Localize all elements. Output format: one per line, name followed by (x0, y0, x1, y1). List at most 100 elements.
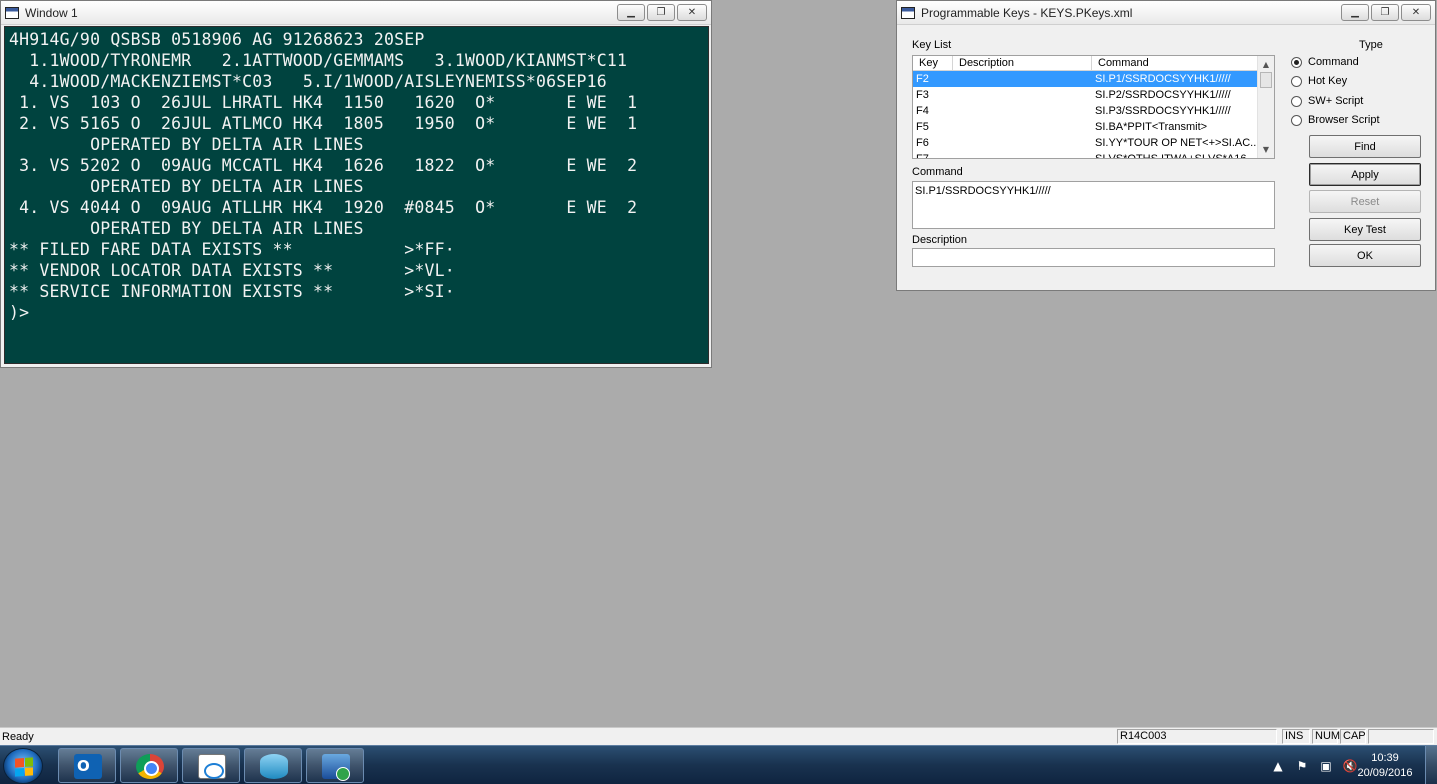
show-hidden-icons-icon[interactable]: ▲ (1270, 758, 1286, 774)
document-icon (198, 754, 226, 779)
ins-indicator: INS (1282, 729, 1310, 744)
taskbar-app[interactable] (244, 748, 302, 783)
app-icon (260, 754, 288, 779)
minimize-icon: ▁ (1351, 7, 1359, 18)
close-button[interactable]: ✕ (677, 4, 707, 21)
arrow-up-icon: ▲ (1262, 59, 1270, 69)
command-label: Command (912, 166, 963, 178)
taskbar-remote-pc[interactable] (306, 748, 364, 783)
scroll-up-button[interactable]: ▲ (1258, 56, 1274, 72)
maximize-button[interactable]: ❐ (1371, 4, 1399, 21)
terminal-line: 1.1WOOD/TYRONEMR 2.1ATTWOOD/GEMMAMS 3.1W… (9, 51, 628, 70)
apply-button[interactable]: Apply (1309, 163, 1421, 186)
taskbar-outlook[interactable] (58, 748, 116, 783)
pkeys-titlebar[interactable]: Programmable Keys - KEYS.PKeys.xml ▁ ❐ ✕ (897, 1, 1435, 25)
start-button[interactable] (3, 748, 43, 784)
description-input[interactable] (912, 248, 1275, 267)
command-textarea[interactable]: SI.P1/SSRDOCSYYHK1///// (912, 181, 1275, 229)
network-icon[interactable]: ▣ (1318, 758, 1334, 774)
row-key: F4 (916, 105, 929, 117)
row-command: SI.VS*OTHS ITWA+SI.VS*A16... (1095, 153, 1256, 159)
close-button[interactable]: ✕ (1401, 4, 1431, 21)
key-list-scrollbar[interactable]: ▲ ▼ (1257, 56, 1274, 158)
row-key: F3 (916, 89, 929, 101)
terminal-line: 1. VS 103 O 26JUL LHRATL HK4 1150 1620 O… (9, 93, 638, 112)
status-bar: Ready R14C003 INS NUM CAP (0, 727, 1437, 745)
clock-time: 10:39 (1371, 752, 1399, 764)
radio-label: SW+ Script (1308, 95, 1364, 107)
maximize-button[interactable]: ❐ (647, 4, 675, 21)
radio-icon (1291, 95, 1302, 107)
key-list[interactable]: Key Description Command F2 SI.P1/SSRDOCS… (912, 55, 1275, 159)
type-radio-sw-script[interactable]: SW+ Script (1291, 95, 1363, 107)
key-list-row[interactable]: F2 SI.P1/SSRDOCSYYHK1///// (913, 71, 1274, 87)
radio-label: Hot Key (1308, 75, 1348, 87)
num-indicator: NUM (1312, 729, 1340, 744)
windows-logo-icon (15, 757, 33, 777)
restore-icon: ❐ (1380, 7, 1390, 18)
close-icon: ✕ (1411, 7, 1421, 18)
programmable-keys-window: Programmable Keys - KEYS.PKeys.xml ▁ ❐ ✕… (896, 0, 1436, 291)
terminal-prompt[interactable]: )> (9, 302, 708, 323)
restore-icon: ❐ (656, 7, 666, 18)
reset-button[interactable]: Reset (1309, 190, 1421, 213)
terminal-line: OPERATED BY DELTA AIR LINES (9, 219, 364, 238)
terminal-line: 4. VS 4044 O 09AUG ATLLHR HK4 1920 #0845… (9, 198, 638, 217)
row-command: SI.BA*PPIT<Transmit> (1095, 121, 1208, 133)
outlook-icon (74, 754, 102, 779)
radio-icon (1291, 75, 1302, 87)
scroll-thumb[interactable] (1260, 72, 1272, 88)
row-description (953, 135, 1092, 151)
taskbar-document[interactable] (182, 748, 240, 783)
terminal-line: OPERATED BY DELTA AIR LINES (9, 135, 364, 154)
ok-button[interactable]: OK (1309, 244, 1421, 267)
key-list-header: Key Description Command (913, 56, 1274, 71)
key-list-row[interactable]: F6 SI.YY*TOUR OP NET<+>SI.AC... (913, 135, 1274, 151)
terminal-line: 2. VS 5165 O 26JUL ATLMCO HK4 1805 1950 … (9, 114, 638, 133)
key-test-button[interactable]: Key Test (1309, 218, 1421, 241)
radio-selected-icon (1291, 56, 1302, 68)
minimize-button[interactable]: ▁ (617, 4, 645, 21)
status-text: Ready (2, 731, 34, 743)
row-command: SI.P1/SSRDOCSYYHK1///// (1095, 73, 1231, 85)
column-header-key[interactable]: Key (913, 56, 953, 70)
taskbar-chrome[interactable] (120, 748, 178, 783)
taskbar: ▲ ⚑ ▣ 🔇 10:39 20/09/2016 (0, 745, 1437, 784)
remote-pc-icon (322, 754, 350, 781)
show-desktop-button[interactable] (1425, 746, 1437, 784)
type-radio-hot-key[interactable]: Hot Key (1291, 75, 1347, 87)
terminal-line: ** SERVICE INFORMATION EXISTS ** >*SI· (9, 282, 455, 301)
terminal-line: 4.1WOOD/MACKENZIEMST*C03 5.I/1WOOD/AISLE… (9, 72, 607, 91)
key-list-row[interactable]: F3 SI.P2/SSRDOCSYYHK1///// (913, 87, 1274, 103)
type-radio-browser-script[interactable]: Browser Script (1291, 114, 1380, 126)
terminal-titlebar[interactable]: Window 1 ▁ ❐ ✕ (1, 1, 711, 25)
minimize-icon: ▁ (627, 7, 635, 18)
row-description (953, 71, 1092, 87)
terminal-screen[interactable]: 4H914G/90 QSBSB 0518906 AG 91268623 20SE… (4, 26, 709, 364)
key-list-label: Key List (912, 39, 952, 51)
action-center-icon[interactable]: ⚑ (1294, 758, 1310, 774)
row-key: F7 (916, 153, 929, 159)
column-header-command[interactable]: Command (1092, 56, 1258, 70)
chrome-icon (136, 754, 164, 779)
key-list-row[interactable]: F4 SI.P3/SSRDOCSYYHK1///// (913, 103, 1274, 119)
column-header-description[interactable]: Description (953, 56, 1092, 70)
scroll-down-button[interactable]: ▼ (1258, 141, 1274, 157)
row-description (953, 119, 1092, 135)
clock[interactable]: 10:39 20/09/2016 (1350, 751, 1420, 781)
minimize-button[interactable]: ▁ (1341, 4, 1369, 21)
type-radio-command[interactable]: Command (1291, 56, 1359, 68)
find-button[interactable]: Find (1309, 135, 1421, 158)
radio-icon (1291, 114, 1302, 126)
terminal-line: ** FILED FARE DATA EXISTS ** >*FF· (9, 240, 455, 259)
row-command: SI.P3/SSRDOCSYYHK1///// (1095, 105, 1231, 117)
arrow-down-icon: ▼ (1262, 144, 1270, 154)
terminal-window-title: Window 1 (25, 5, 78, 20)
row-key: F6 (916, 137, 929, 149)
type-label: Type (1359, 39, 1383, 51)
key-list-row[interactable]: F5 SI.BA*PPIT<Transmit> (913, 119, 1274, 135)
clock-date: 20/09/2016 (1357, 767, 1413, 779)
terminal-line: 4H914G/90 QSBSB 0518906 AG 91268623 20SE… (9, 30, 425, 49)
radio-label: Command (1308, 56, 1359, 68)
key-list-row[interactable]: F7 SI.VS*OTHS ITWA+SI.VS*A16... (913, 151, 1274, 159)
